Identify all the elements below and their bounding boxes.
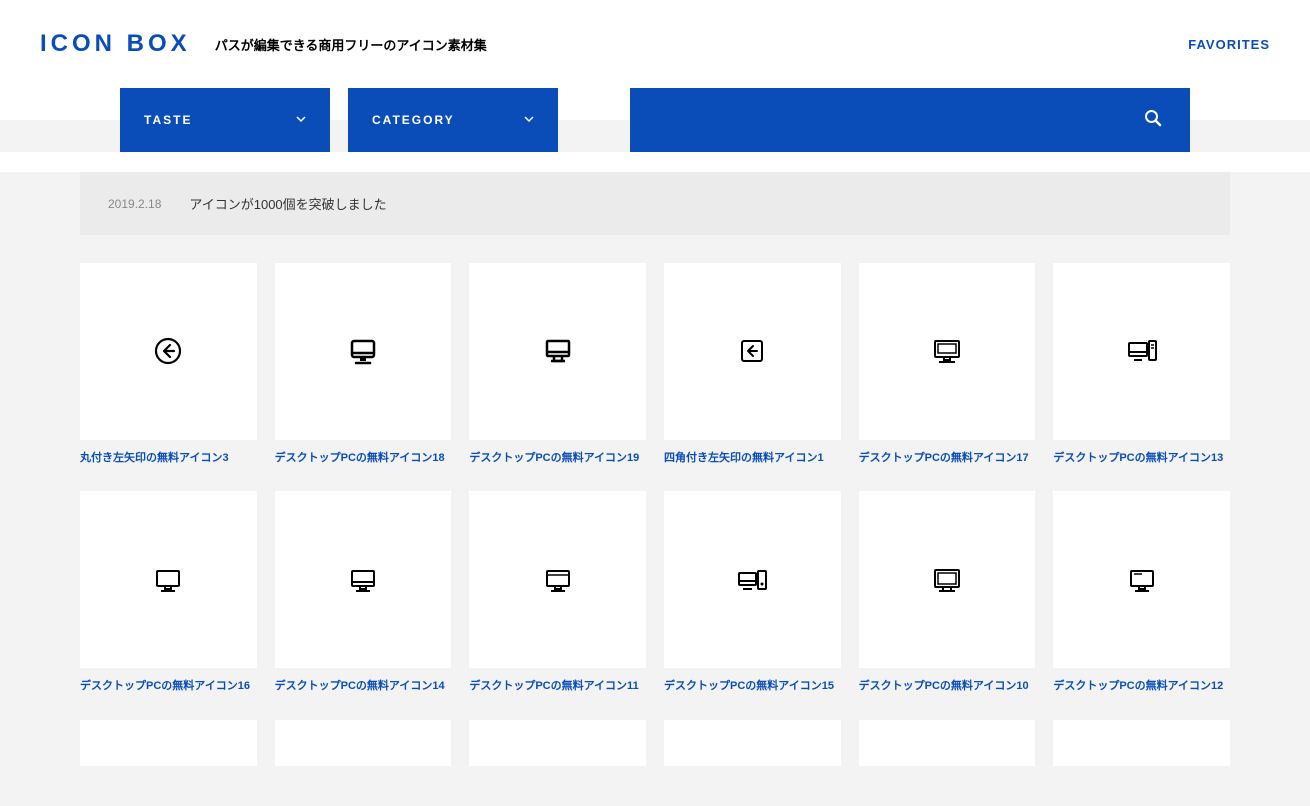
icon-card[interactable] [664, 491, 841, 668]
notice-text: アイコンが1000個を突破しました [189, 194, 386, 213]
icon-card[interactable] [469, 720, 646, 766]
arrow-square-left-icon [734, 333, 770, 369]
desktop-11-icon [540, 562, 576, 598]
icon-card-wrap: デスクトップPCの無料アイコン16 [80, 491, 257, 695]
desktop-17-icon [929, 333, 965, 369]
search-box[interactable] [630, 88, 1190, 152]
icon-card-wrap: デスクトップPCの無料アイコン18 [275, 263, 452, 467]
icon-card-wrap: 丸付き左矢印の無料アイコン3 [80, 263, 257, 467]
icon-title[interactable]: デスクトップPCの無料アイコン11 [469, 678, 646, 696]
header: ICON BOX パスが編集できる商用フリーのアイコン素材集 FAVORITES [0, 0, 1310, 88]
taste-label: TASTE [144, 113, 192, 127]
icon-card[interactable] [469, 263, 646, 440]
icon-card[interactable] [1053, 720, 1230, 766]
icon-card-wrap: デスクトップPCの無料アイコン14 [275, 491, 452, 695]
icon-card-wrap: 四角付き左矢印の無料アイコン1 [664, 263, 841, 467]
site-logo[interactable]: ICON BOX [40, 30, 191, 58]
icon-title[interactable]: デスクトップPCの無料アイコン15 [664, 678, 841, 696]
icon-card-wrap: デスクトップPCの無料アイコン12 [1053, 491, 1230, 695]
notice-bar[interactable]: 2019.2.18 アイコンが1000個を突破しました [80, 172, 1230, 235]
site-tagline: パスが編集できる商用フリーのアイコン素材集 [215, 35, 487, 54]
icon-card[interactable] [859, 263, 1036, 440]
desktop-14-icon [345, 562, 381, 598]
icon-card[interactable] [80, 720, 257, 766]
desktop-16-icon [150, 562, 186, 598]
icon-card[interactable] [1053, 491, 1230, 668]
icon-card[interactable] [469, 491, 646, 668]
icon-title[interactable]: デスクトップPCの無料アイコン18 [275, 450, 452, 468]
icon-title[interactable]: デスクトップPCの無料アイコン12 [1053, 678, 1230, 696]
desktop-10-icon [929, 562, 965, 598]
search-input[interactable] [658, 112, 1144, 128]
header-left: ICON BOX パスが編集できる商用フリーのアイコン素材集 [40, 30, 487, 58]
taste-dropdown[interactable]: TASTE [120, 88, 330, 152]
icon-card-wrap: デスクトップPCの無料アイコン19 [469, 263, 646, 467]
icon-title[interactable]: 四角付き左矢印の無料アイコン1 [664, 450, 841, 468]
icon-card[interactable] [664, 720, 841, 766]
favorites-link[interactable]: FAVORITES [1188, 37, 1270, 52]
icon-title[interactable]: デスクトップPCの無料アイコン14 [275, 678, 452, 696]
icon-card[interactable] [275, 720, 452, 766]
icon-title[interactable]: デスクトップPCの無料アイコン10 [859, 678, 1036, 696]
category-dropdown[interactable]: CATEGORY [348, 88, 558, 152]
icon-card-wrap: デスクトップPCの無料アイコン13 [1053, 263, 1230, 467]
desktop-tower-15-icon [734, 562, 770, 598]
icon-title[interactable]: デスクトップPCの無料アイコン16 [80, 678, 257, 696]
arrow-circle-left-icon [150, 333, 186, 369]
icon-card[interactable] [275, 491, 452, 668]
desktop-19-icon [540, 333, 576, 369]
chevron-down-icon [296, 113, 306, 127]
icon-card-wrap: デスクトップPCの無料アイコン17 [859, 263, 1036, 467]
icon-card[interactable] [80, 491, 257, 668]
icon-title[interactable]: 丸付き左矢印の無料アイコン3 [80, 450, 257, 468]
icon-card[interactable] [859, 491, 1036, 668]
icon-card[interactable] [859, 720, 1036, 766]
chevron-down-icon [524, 113, 534, 127]
icon-card-wrap: デスクトップPCの無料アイコン11 [469, 491, 646, 695]
icon-card[interactable] [80, 263, 257, 440]
icon-card[interactable] [1053, 263, 1230, 440]
category-label: CATEGORY [372, 113, 455, 127]
icon-title[interactable]: デスクトップPCの無料アイコン17 [859, 450, 1036, 468]
icon-card[interactable] [664, 263, 841, 440]
icon-card[interactable] [275, 263, 452, 440]
desktop-tower-13-icon [1124, 333, 1160, 369]
desktop-12-icon [1124, 562, 1160, 598]
icon-title[interactable]: デスクトップPCの無料アイコン19 [469, 450, 646, 468]
icon-title[interactable]: デスクトップPCの無料アイコン13 [1053, 450, 1230, 468]
icon-card-wrap: デスクトップPCの無料アイコン15 [664, 491, 841, 695]
icon-card-wrap: デスクトップPCの無料アイコン10 [859, 491, 1036, 695]
desktop-18-icon [345, 333, 381, 369]
notice-date: 2019.2.18 [108, 197, 161, 211]
search-icon[interactable] [1144, 109, 1162, 132]
